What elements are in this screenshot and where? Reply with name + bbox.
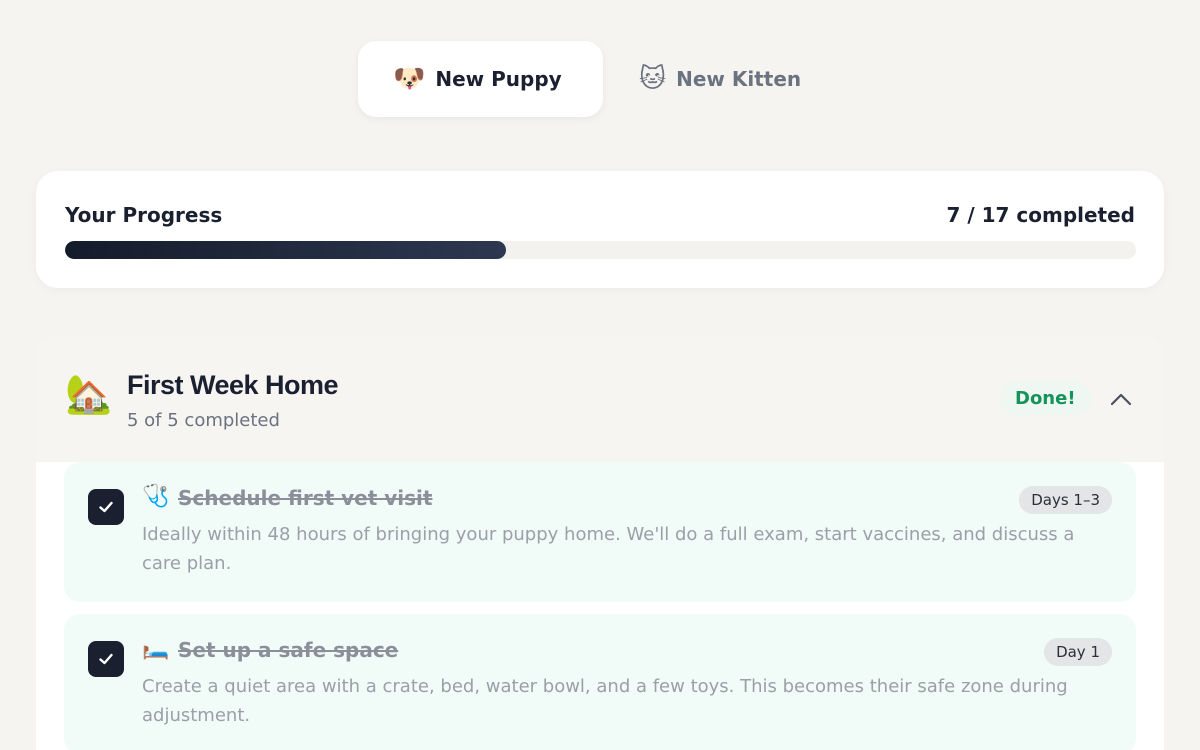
task-checkbox[interactable] [88, 641, 124, 677]
progress-bar [65, 241, 1136, 259]
task-description: Ideally within 48 hours of bringing your… [142, 524, 1075, 574]
task-checkbox[interactable] [88, 489, 124, 525]
progress-card: Your Progress 7 / 17 completed [36, 171, 1164, 288]
puppy-icon: 🐶 [393, 64, 426, 94]
check-icon [99, 653, 113, 665]
tab-new-puppy[interactable]: 🐶 New Puppy [358, 41, 603, 117]
bed-icon: 🛏️ [142, 636, 170, 661]
task-item: 🩺 Schedule first vet visit Days 1–3 Idea… [64, 462, 1136, 602]
task-title: Schedule first vet visit [178, 486, 433, 510]
tab-label: New Puppy [435, 67, 562, 91]
progress-count: 7 / 17 completed [946, 203, 1135, 227]
task-title: Set up a safe space [178, 638, 399, 662]
tab-label: New Kitten [676, 67, 802, 91]
tab-new-kitten[interactable]: 🐱 New Kitten [603, 41, 836, 117]
section-header[interactable]: 🏡 First Week Home 5 of 5 completed Done! [36, 337, 1164, 462]
section-title: First Week Home [127, 370, 339, 400]
section-first-week-home: 🏡 First Week Home 5 of 5 completed Done!… [36, 337, 1164, 750]
timing-badge: Days 1–3 [1019, 486, 1112, 514]
kitten-icon: 🐱 [639, 64, 667, 94]
section-subtitle: 5 of 5 completed [127, 410, 280, 431]
chevron-up-icon[interactable] [1109, 387, 1133, 411]
task-item: 🛏️ Set up a safe space Day 1 Create a qu… [64, 614, 1136, 750]
house-icon: 🏡 [65, 372, 113, 416]
progress-title: Your Progress [65, 203, 223, 227]
task-description: Create a quiet area with a crate, bed, w… [142, 676, 1068, 726]
check-icon [99, 501, 113, 513]
species-tabs: 🐶 New Puppy 🐱 New Kitten [358, 41, 836, 117]
progress-bar-fill [65, 241, 506, 259]
status-badge: Done! [1000, 381, 1091, 415]
timing-badge: Day 1 [1044, 638, 1112, 666]
stethoscope-icon: 🩺 [142, 484, 170, 509]
